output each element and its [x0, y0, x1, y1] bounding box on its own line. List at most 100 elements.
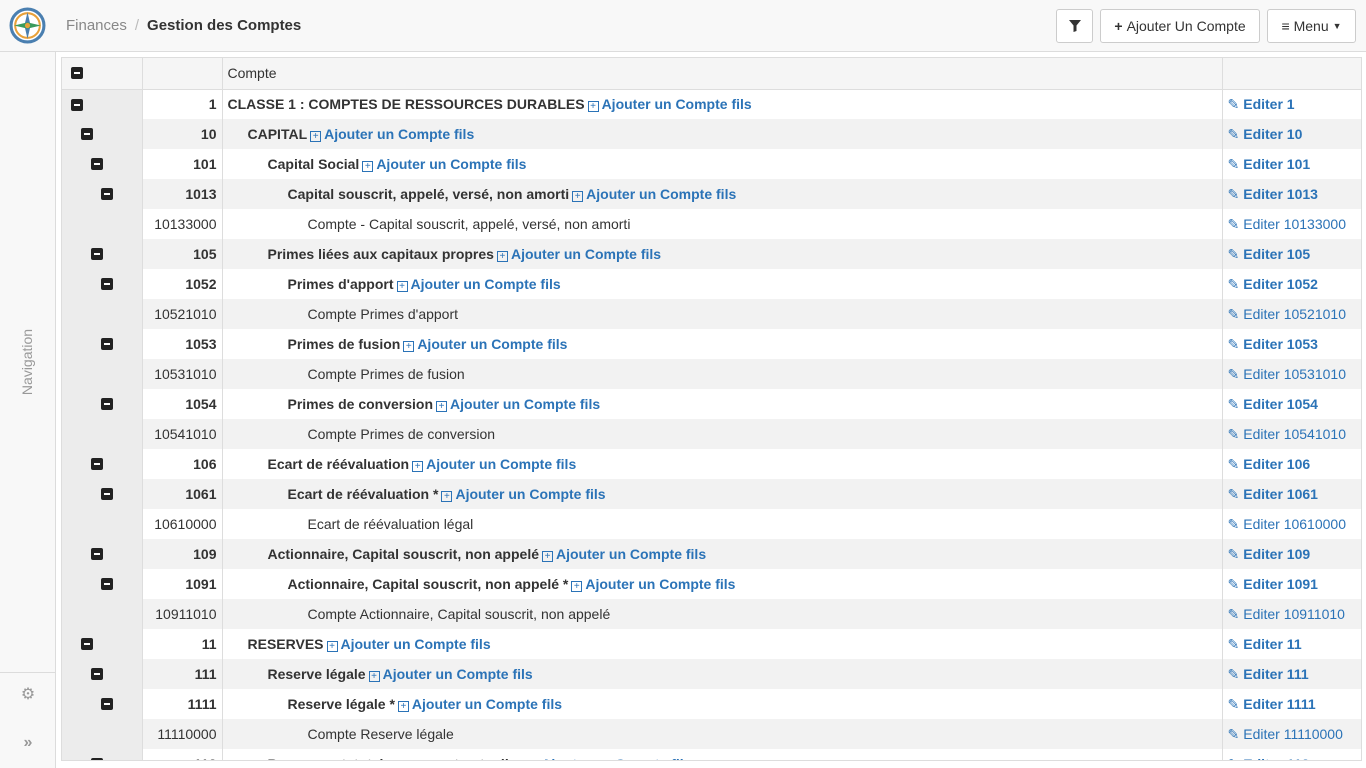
- add-child-account-link[interactable]: +Ajouter un Compte fils: [569, 186, 736, 202]
- edit-account-link[interactable]: ✎ Editer 1054: [1222, 389, 1361, 419]
- edit-account-link[interactable]: ✎ Editer 10541010: [1222, 419, 1361, 449]
- edit-account-link[interactable]: ✎ Editer 105: [1222, 239, 1361, 269]
- add-child-account-label: Ajouter un Compte fils: [510, 246, 662, 262]
- add-child-account-link[interactable]: +Ajouter un Compte fils: [585, 96, 752, 113]
- table-row: 105 Primes liées aux capitaux propres + Ajo…: [62, 239, 1361, 269]
- collapse-icon[interactable]: [101, 398, 113, 410]
- account-number: 10531010: [142, 359, 223, 389]
- edit-account-label: Editer 1061: [1243, 485, 1318, 502]
- add-child-account-link[interactable]: +Ajouter un Compte fils: [438, 486, 606, 502]
- collapse-icon[interactable]: [101, 578, 113, 590]
- collapse-all-icon[interactable]: [71, 67, 83, 79]
- edit-account-link[interactable]: ✎ Editer 101: [1222, 149, 1361, 179]
- add-child-account-link[interactable]: +Ajouter un Compte fils: [409, 456, 576, 472]
- toggle-cell: [62, 629, 143, 659]
- edit-account-link[interactable]: ✎ Editer 1111: [1222, 689, 1361, 719]
- edit-account-link[interactable]: ✎ Editer 111: [1222, 659, 1361, 689]
- plus-square-icon: +: [412, 461, 424, 472]
- account-name: Reserve légale *: [287, 696, 395, 712]
- plus-square-icon: +: [397, 701, 409, 712]
- edit-icon: ✎: [1227, 605, 1240, 622]
- edit-icon: ✎: [1227, 395, 1240, 412]
- add-child-account-link[interactable]: +Ajouter un Compte fils: [359, 156, 526, 172]
- account-number: 106: [142, 449, 223, 479]
- edit-account-link[interactable]: ✎ Editer 10610000: [1222, 509, 1361, 539]
- account-number: 1111: [142, 689, 223, 719]
- add-child-account-link[interactable]: +Ajouter un Compte fils: [568, 576, 735, 592]
- edit-account-link[interactable]: ✎ Editer 11110000: [1222, 719, 1361, 749]
- collapse-icon[interactable]: [91, 758, 103, 760]
- collapse-icon[interactable]: [101, 488, 113, 500]
- edit-account-link[interactable]: ✎ Editer 10531010: [1222, 359, 1361, 389]
- collapse-icon[interactable]: [91, 548, 103, 560]
- expand-sidebar-icon[interactable]: »: [20, 735, 36, 751]
- toggle-cell: [62, 119, 143, 149]
- edit-account-link[interactable]: ✎ Editer 1013: [1222, 179, 1361, 209]
- account-name-cell: Compte Primes de conversion: [222, 419, 1223, 449]
- add-child-account-link[interactable]: +Ajouter un Compte fils: [366, 666, 533, 682]
- toggle-cell: [62, 179, 143, 209]
- account-number: 1054: [142, 389, 223, 419]
- collapse-icon[interactable]: [101, 188, 113, 200]
- collapse-icon[interactable]: [101, 278, 113, 290]
- edit-account-link[interactable]: ✎ Editer 1: [1222, 89, 1361, 119]
- edit-account-link[interactable]: ✎ Editer 10911010: [1222, 599, 1361, 629]
- add-child-account-link[interactable]: +Ajouter un Compte fils: [524, 756, 691, 760]
- add-child-account-link[interactable]: +Ajouter un Compte fils: [307, 126, 474, 142]
- account-number: 111: [142, 659, 223, 689]
- edit-account-link[interactable]: ✎ Editer 109: [1222, 539, 1361, 569]
- collapse-icon[interactable]: [101, 338, 113, 350]
- collapse-icon[interactable]: [81, 128, 93, 140]
- add-child-account-link[interactable]: +Ajouter un Compte fils: [400, 336, 567, 352]
- add-child-account-link[interactable]: +Ajouter un Compte fils: [395, 696, 562, 712]
- edit-account-link[interactable]: ✎ Editer 1091: [1222, 569, 1361, 599]
- page-title: Gestion des Comptes: [147, 17, 302, 34]
- collapse-icon[interactable]: [91, 458, 103, 470]
- edit-account-link[interactable]: ✎ Editer 106: [1222, 449, 1361, 479]
- sidebar-navigation-label[interactable]: Navigation: [19, 329, 35, 395]
- collapse-icon[interactable]: [81, 638, 93, 650]
- edit-account-link[interactable]: ✎ Editer 10133000: [1222, 209, 1361, 239]
- collapse-icon[interactable]: [101, 698, 113, 710]
- breadcrumb-finances[interactable]: Finances: [66, 17, 127, 34]
- edit-account-link[interactable]: ✎ Editer 1052: [1222, 269, 1361, 299]
- collapse-icon[interactable]: [91, 158, 103, 170]
- add-child-account-link[interactable]: +Ajouter un Compte fils: [539, 546, 706, 562]
- account-name: Ecart de réévaluation *: [287, 486, 439, 502]
- edit-icon: ✎: [1227, 635, 1240, 652]
- add-account-button[interactable]: + Ajouter Un Compte: [1100, 9, 1260, 43]
- add-child-account-label: Ajouter un Compte fils: [556, 546, 707, 562]
- collapse-icon[interactable]: [91, 668, 103, 680]
- edit-account-link[interactable]: ✎ Editer 1053: [1222, 329, 1361, 359]
- edit-icon: ✎: [1227, 575, 1240, 592]
- table-row: 1013 Capital souscrit, appelé, versé, non…: [62, 179, 1361, 209]
- gear-icon[interactable]: ⚙: [20, 687, 36, 703]
- account-name-cell: Ecart de réévaluation + Ajouter un Compte …: [222, 449, 1223, 479]
- add-child-account-link[interactable]: +Ajouter un Compte fils: [433, 396, 600, 412]
- menu-button[interactable]: ≡ Menu ▼: [1267, 9, 1356, 43]
- app-logo[interactable]: [9, 7, 46, 44]
- collapse-all-cell[interactable]: [62, 58, 143, 90]
- add-child-account-label: Ajouter un Compte fils: [376, 156, 527, 172]
- account-number: 101: [142, 149, 223, 179]
- edit-account-link[interactable]: ✎Editer 112: [1222, 749, 1361, 760]
- edit-account-link[interactable]: ✎ Editer 1061: [1222, 479, 1361, 509]
- add-child-account-link[interactable]: +Ajouter un Compte fils: [494, 246, 661, 262]
- plus-square-icon: +: [310, 131, 322, 142]
- add-child-account-link[interactable]: +Ajouter un Compte fils: [324, 636, 491, 652]
- collapse-icon[interactable]: [91, 248, 103, 260]
- edit-account-link[interactable]: ✎ Editer 10521010: [1222, 299, 1361, 329]
- account-number: 1053: [142, 329, 223, 359]
- edit-icon: ✎: [1227, 185, 1240, 202]
- edit-icon: ✎: [1227, 155, 1240, 172]
- table-row: 10521010 Compte Primes d'apport ✎ Editer 10…: [62, 299, 1361, 329]
- filter-button[interactable]: [1056, 9, 1093, 43]
- add-child-account-label: Ajouter un Compte fils: [340, 636, 491, 652]
- collapse-icon[interactable]: [71, 98, 83, 111]
- edit-account-label: Editer 1053: [1243, 335, 1318, 352]
- account-name-cell: Primes de fusion + Ajouter un Compte fils: [222, 329, 1223, 359]
- edit-account-link[interactable]: ✎ Editer 11: [1222, 629, 1361, 659]
- account-name-cell: Compte Actionnaire, Capital souscrit, no…: [222, 599, 1223, 629]
- add-child-account-link[interactable]: +Ajouter un Compte fils: [394, 276, 561, 292]
- edit-account-link[interactable]: ✎ Editer 10: [1222, 119, 1361, 149]
